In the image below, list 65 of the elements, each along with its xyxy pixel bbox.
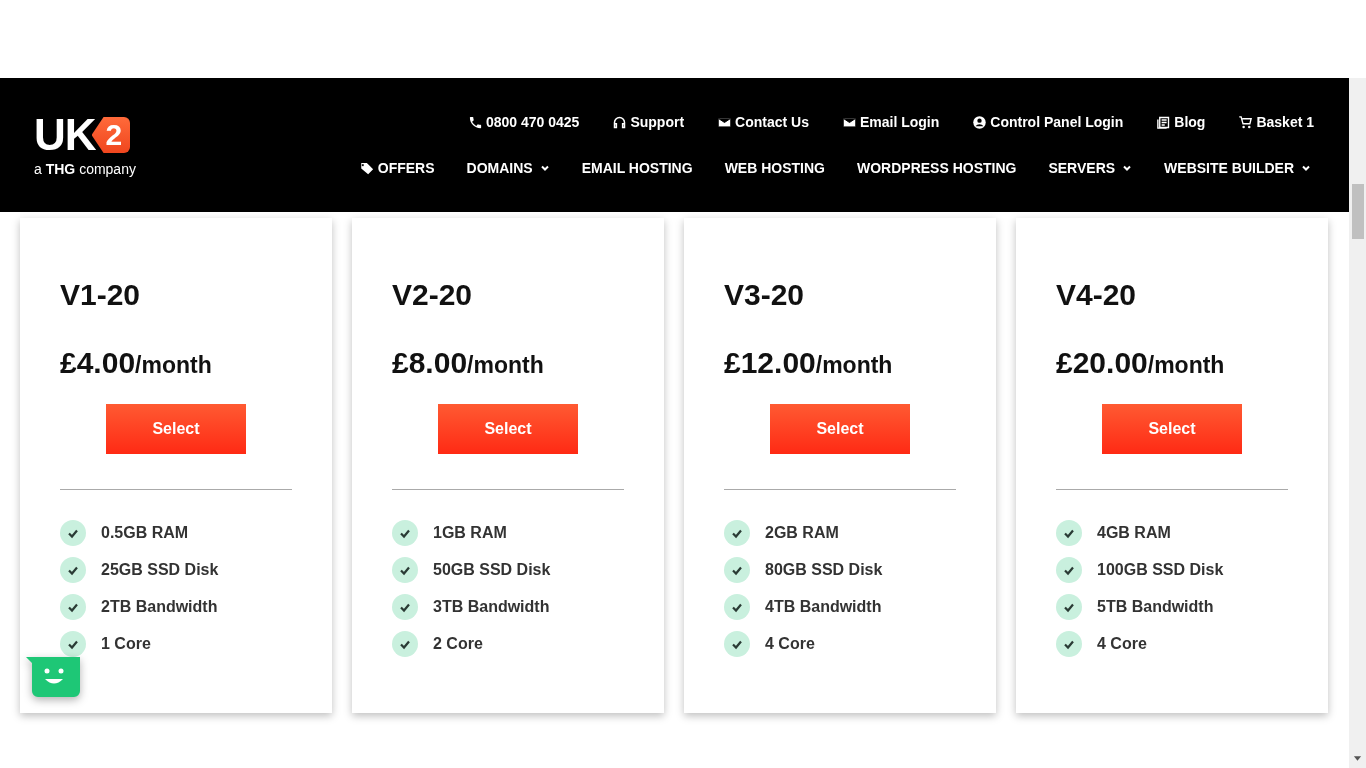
- check-icon: [60, 557, 86, 583]
- phone-icon: [467, 114, 483, 130]
- utility-link[interactable]: Support: [612, 114, 685, 130]
- plan-name: V2-20: [392, 278, 474, 312]
- feature-text: 2GB RAM: [765, 524, 839, 542]
- plan-price: £20.00/month: [1056, 346, 1226, 380]
- scrollbar-thumb[interactable]: [1351, 184, 1364, 239]
- plan-name: V3-20: [724, 278, 806, 312]
- nav-link[interactable]: SERVERS: [1048, 160, 1133, 176]
- nav-link[interactable]: OFFERS: [359, 160, 435, 176]
- check-icon: [724, 594, 750, 620]
- newspaper-icon: [1156, 114, 1172, 130]
- nav-link[interactable]: WORDPRESS HOSTING: [856, 160, 1017, 176]
- feature-text: 4 Core: [1097, 635, 1147, 653]
- check-icon: [1056, 520, 1082, 546]
- check-icon: [724, 631, 750, 657]
- feature-text: 1 Core: [101, 635, 151, 653]
- nav-link[interactable]: WEBSITE BUILDER: [1164, 160, 1311, 176]
- check-icon: [1056, 557, 1082, 583]
- feature-text: 4GB RAM: [1097, 524, 1171, 542]
- tag-icon: [359, 160, 375, 176]
- nav-link[interactable]: WEB HOSTING: [724, 160, 825, 176]
- feature-text: 25GB SSD Disk: [101, 561, 219, 579]
- plan-price: £8.00/month: [392, 346, 545, 380]
- nav-link[interactable]: EMAIL HOSTING: [581, 160, 693, 176]
- feature-text: 80GB SSD Disk: [765, 561, 883, 579]
- plan-price: £12.00/month: [724, 346, 894, 380]
- feature-text: 1GB RAM: [433, 524, 507, 542]
- scroll-down-icon[interactable]: [1353, 756, 1362, 762]
- check-icon: [724, 557, 750, 583]
- plan-price: £4.00/month: [60, 346, 213, 380]
- plan-name: V1-20: [60, 278, 142, 312]
- check-icon: [392, 631, 418, 657]
- feature-text: 50GB SSD Disk: [433, 561, 551, 579]
- cart-icon: [1238, 114, 1254, 130]
- feature-text: 0.5GB RAM: [101, 524, 189, 542]
- feature-text: 4 Core: [765, 635, 815, 653]
- utility-link[interactable]: Contact Us: [717, 114, 809, 130]
- plan-name: V4-20: [1056, 278, 1138, 312]
- utility-link[interactable]: Blog: [1156, 114, 1206, 130]
- check-icon: [392, 594, 418, 620]
- check-icon: [60, 520, 86, 546]
- scrollbar[interactable]: [1349, 78, 1366, 768]
- utility-link[interactable]: Email Login: [841, 114, 940, 130]
- feature-text: 5TB Bandwidth: [1097, 598, 1214, 616]
- check-icon: [60, 631, 86, 657]
- feature-text: 2 Core: [433, 635, 483, 653]
- headset-icon: [612, 114, 628, 130]
- check-icon: [392, 557, 418, 583]
- feature-text: 100GB SSD Disk: [1097, 561, 1224, 579]
- feature-text: 3TB Bandwidth: [433, 598, 550, 616]
- utility-link[interactable]: Control Panel Login: [972, 114, 1124, 130]
- user-icon: [972, 114, 988, 130]
- utility-link[interactable]: 0800 470 0425: [467, 114, 580, 130]
- nav-link[interactable]: DOMAINS: [466, 160, 550, 176]
- logo-tagline: a THG company: [34, 161, 136, 177]
- chat-widget-button[interactable]: [26, 657, 80, 697]
- check-icon: [1056, 594, 1082, 620]
- utility-link[interactable]: Basket 1: [1238, 114, 1314, 130]
- check-icon: [724, 520, 750, 546]
- check-icon: [1056, 631, 1082, 657]
- feature-text: 4TB Bandwidth: [765, 598, 882, 616]
- check-icon: [60, 594, 86, 620]
- check-icon: [392, 520, 418, 546]
- feature-text: 2TB Bandwidth: [101, 598, 218, 616]
